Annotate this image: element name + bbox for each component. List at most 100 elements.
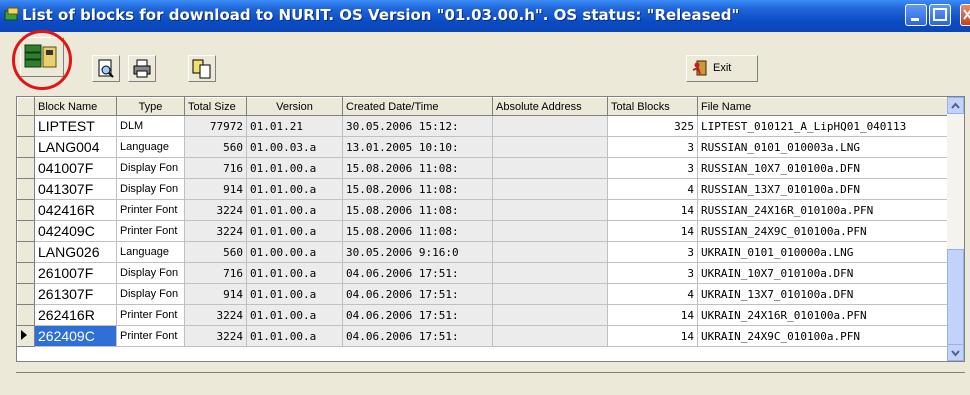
- copy-button[interactable]: [188, 55, 216, 82]
- table-cell-file[interactable]: RUSSIAN_10X7_010100a.DFN: [697, 157, 950, 179]
- table-cell-address[interactable]: [492, 199, 608, 221]
- table-cell-version[interactable]: 01.01.00.a: [246, 325, 343, 347]
- exit-button[interactable]: Exit: [686, 55, 758, 82]
- scroll-thumb[interactable]: [947, 249, 964, 346]
- table-cell-size[interactable]: 716: [184, 262, 247, 284]
- table-cell-blocks[interactable]: 14: [607, 199, 698, 221]
- table-cell-type[interactable]: Language: [116, 136, 185, 158]
- row-indicator[interactable]: [17, 304, 35, 326]
- table-cell-size[interactable]: 716: [184, 157, 247, 179]
- table-cell-blocks[interactable]: 14: [607, 325, 698, 347]
- minimize-button[interactable]: [905, 4, 927, 26]
- row-indicator[interactable]: [17, 136, 35, 158]
- column-header[interactable]: Version: [246, 97, 343, 116]
- table-cell-created[interactable]: 04.06.2006 17:51:: [342, 283, 493, 305]
- scroll-up-button[interactable]: [947, 97, 964, 114]
- table-row[interactable]: 041007F Display Fon 716 01.01.00.a 15.08.200…: [17, 157, 950, 179]
- table-cell-file[interactable]: RUSSIAN_24X9C_010100a.PFN: [697, 220, 950, 242]
- table-row[interactable]: 262409C Printer Font 3224 01.01.00.a 04.06.2…: [17, 325, 950, 347]
- scroll-down-button[interactable]: [947, 344, 964, 361]
- table-cell-name[interactable]: LANG026: [34, 241, 117, 263]
- close-button[interactable]: [960, 4, 970, 26]
- table-cell-name[interactable]: 261307F: [34, 283, 117, 305]
- table-cell-address[interactable]: [492, 220, 608, 242]
- table-cell-name[interactable]: 041007F: [34, 157, 117, 179]
- table-cell-name[interactable]: 262416R: [34, 304, 117, 326]
- table-cell-file[interactable]: UKRAIN_10X7_010100a.DFN: [697, 262, 950, 284]
- table-cell-file[interactable]: UKRAIN_24X9C_010100a.PFN: [697, 325, 950, 347]
- table-cell-type[interactable]: Language: [116, 241, 185, 263]
- table-cell-created[interactable]: 04.06.2006 17:51:: [342, 304, 493, 326]
- column-header[interactable]: File Name: [697, 97, 950, 116]
- table-cell-version[interactable]: 01.00.00.a: [246, 241, 343, 263]
- table-cell-created[interactable]: 30.05.2006 15:12:: [342, 115, 493, 137]
- table-cell-size[interactable]: 3224: [184, 199, 247, 221]
- table-cell-address[interactable]: [492, 283, 608, 305]
- table-cell-version[interactable]: 01.01.00.a: [246, 220, 343, 242]
- table-cell-type[interactable]: Printer Font: [116, 220, 185, 242]
- table-cell-file[interactable]: RUSSIAN_24X16R_010100a.PFN: [697, 199, 950, 221]
- table-row[interactable]: 042416R Printer Font 3224 01.01.00.a 15.08.2…: [17, 199, 950, 221]
- row-indicator[interactable]: [17, 199, 35, 221]
- table-cell-name[interactable]: LIPTEST: [34, 115, 117, 137]
- table-cell-address[interactable]: [492, 325, 608, 347]
- title-bar[interactable]: List of blocks for download to NURIT. OS…: [0, 0, 970, 32]
- table-row[interactable]: 262416R Printer Font 3224 01.01.00.a 04.06.2…: [17, 304, 950, 326]
- table-cell-file[interactable]: UKRAIN_13X7_010100a.DFN: [697, 283, 950, 305]
- table-cell-name[interactable]: 041307F: [34, 178, 117, 200]
- table-cell-type[interactable]: Display Fon: [116, 178, 185, 200]
- table-cell-version[interactable]: 01.01.00.a: [246, 178, 343, 200]
- table-cell-created[interactable]: 30.05.2006 9:16:0: [342, 241, 493, 263]
- column-header[interactable]: Block Name: [34, 97, 117, 116]
- table-cell-created[interactable]: 13.01.2005 10:10:: [342, 136, 493, 158]
- row-indicator[interactable]: [17, 262, 35, 284]
- table-cell-blocks[interactable]: 14: [607, 304, 698, 326]
- table-cell-blocks[interactable]: 325: [607, 115, 698, 137]
- table-row[interactable]: LANG026 Language 560 01.00.00.a 30.05.2006 9…: [17, 241, 950, 263]
- table-cell-created[interactable]: 04.06.2006 17:51:: [342, 325, 493, 347]
- table-cell-created[interactable]: 04.06.2006 17:51:: [342, 262, 493, 284]
- column-header[interactable]: Type: [116, 97, 185, 116]
- row-indicator[interactable]: [17, 178, 35, 200]
- table-cell-version[interactable]: 01.01.00.a: [246, 262, 343, 284]
- maximize-button[interactable]: [929, 4, 951, 26]
- table-cell-created[interactable]: 15.08.2006 11:08:: [342, 157, 493, 179]
- column-header[interactable]: Total Blocks: [607, 97, 698, 116]
- table-cell-size[interactable]: 914: [184, 283, 247, 305]
- table-cell-version[interactable]: 01.01.00.a: [246, 304, 343, 326]
- table-row[interactable]: LIPTEST DLM 77972 01.01.21 30.05.2006 15:12:…: [17, 115, 950, 137]
- table-cell-created[interactable]: 15.08.2006 11:08:: [342, 178, 493, 200]
- row-indicator[interactable]: [17, 325, 35, 347]
- table-cell-address[interactable]: [492, 304, 608, 326]
- table-cell-version[interactable]: 01.01.00.a: [246, 199, 343, 221]
- table-cell-type[interactable]: Display Fon: [116, 262, 185, 284]
- vertical-scrollbar[interactable]: [947, 97, 964, 361]
- table-cell-type[interactable]: Printer Font: [116, 304, 185, 326]
- table-row[interactable]: LANG004 Language 560 01.00.03.a 13.01.2005 1…: [17, 136, 950, 158]
- table-cell-address[interactable]: [492, 136, 608, 158]
- table-cell-address[interactable]: [492, 262, 608, 284]
- table-row[interactable]: 261307F Display Fon 914 01.01.00.a 04.06.200…: [17, 283, 950, 305]
- table-cell-file[interactable]: RUSSIAN_0101_010003a.LNG: [697, 136, 950, 158]
- table-cell-created[interactable]: 15.08.2006 11:08:: [342, 220, 493, 242]
- table-cell-blocks[interactable]: 4: [607, 283, 698, 305]
- table-row[interactable]: 041307F Display Fon 914 01.01.00.a 15.08.200…: [17, 178, 950, 200]
- row-indicator[interactable]: [17, 157, 35, 179]
- table-cell-size[interactable]: 560: [184, 136, 247, 158]
- table-cell-name[interactable]: 262409C: [34, 325, 117, 347]
- table-cell-address[interactable]: [492, 115, 608, 137]
- table-cell-blocks[interactable]: 3: [607, 136, 698, 158]
- row-indicator[interactable]: [17, 283, 35, 305]
- table-cell-size[interactable]: 914: [184, 178, 247, 200]
- table-cell-type[interactable]: Printer Font: [116, 325, 185, 347]
- blocks-grid[interactable]: Block Name Type Total Size Version Creat…: [16, 96, 965, 362]
- column-header[interactable]: Absolute Address: [492, 97, 608, 116]
- table-cell-size[interactable]: 3224: [184, 304, 247, 326]
- table-cell-version[interactable]: 01.01.00.a: [246, 283, 343, 305]
- table-cell-name[interactable]: LANG004: [34, 136, 117, 158]
- table-cell-file[interactable]: UKRAIN_24X16R_010100a.PFN: [697, 304, 950, 326]
- print-preview-button[interactable]: [92, 55, 120, 82]
- table-cell-name[interactable]: 042416R: [34, 199, 117, 221]
- table-cell-type[interactable]: DLM: [116, 115, 185, 137]
- table-cell-blocks[interactable]: 14: [607, 220, 698, 242]
